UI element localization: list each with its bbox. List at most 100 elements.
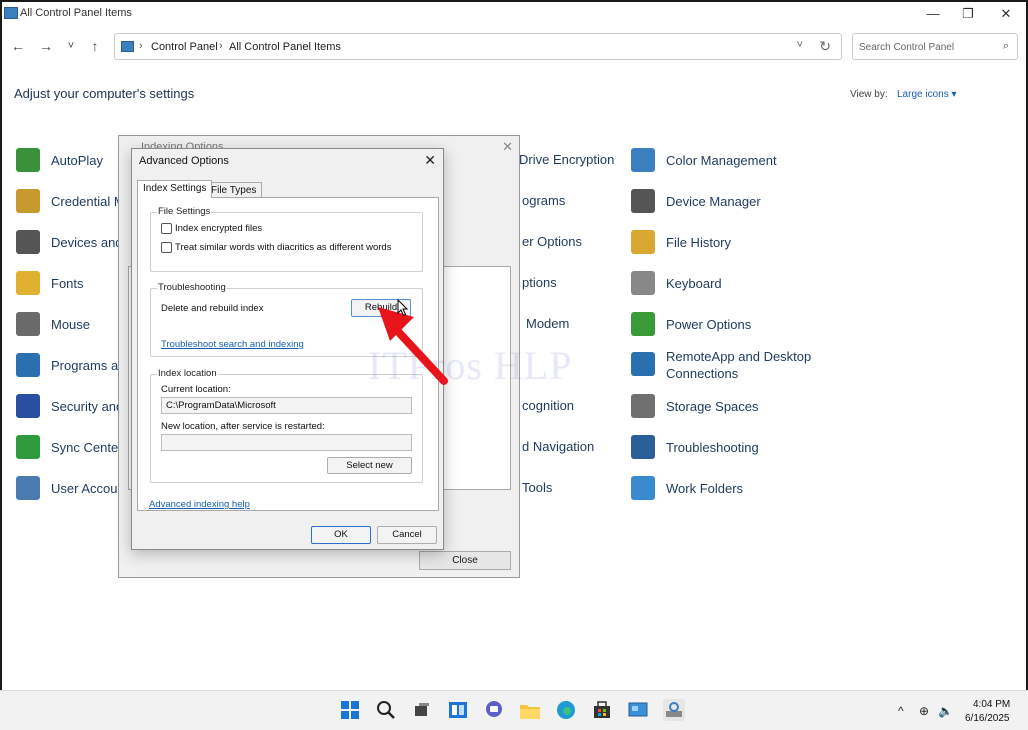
control-panel-item-sync-center[interactable]: Sync Center [16,432,123,462]
control-panel-item-explorer-options[interactable]: er Options [522,234,582,249]
rebuild-label: Delete and rebuild index [161,303,264,314]
address-bar[interactable]: › Control Panel › All Control Panel Item… [114,33,842,60]
item-label: Programs ar [51,357,123,373]
control-panel-icon [628,702,648,717]
cancel-button[interactable]: Cancel [377,526,437,544]
item-label: Power Options [666,316,752,332]
flag-icon [16,394,40,418]
show-hidden-icons-button[interactable]: ^ [898,704,904,718]
work-folders-icon [631,476,655,500]
control-panel-item-bitlocker[interactable]: Drive Encryption [519,152,614,167]
mouse-icon [16,312,40,336]
fonts-icon [16,271,40,295]
sync-icon [16,435,40,459]
diacritics-checkbox[interactable]: Treat similar words with diacritics as d… [161,242,391,253]
control-panel-item-taskbar-and-navigation[interactable]: d Navigation [522,439,594,454]
store-button[interactable] [591,699,613,721]
control-panel-item-speech-recognition[interactable]: cognition [522,398,574,413]
power-icon [631,312,655,336]
chat-button[interactable] [483,699,505,721]
recent-locations-button[interactable]: ˅ [61,36,81,56]
control-panel-item-remoteapp[interactable]: RemoteApp and Desktop Connections [631,348,811,382]
item-label-line2: Connections [666,366,739,381]
control-panel-item-windows-tools[interactable]: Tools [522,480,552,495]
advanced-indexing-help-link[interactable]: Advanced indexing help [149,499,250,510]
restore-button[interactable]: ❐ [949,4,987,24]
mouse-cursor-icon [397,299,409,317]
control-panel-item-phone-and-modem[interactable]: Modem [526,316,569,331]
item-label: Security and [51,398,124,414]
volume-icon[interactable]: 🔈 [938,704,953,718]
window-title: All Control Panel Items [20,7,132,19]
control-panel-item-mouse[interactable]: Mouse [16,309,90,339]
ok-button[interactable]: OK [311,526,371,544]
breadcrumb-all-items[interactable]: All Control Panel Items [229,41,341,53]
refresh-icon[interactable]: ↻ [819,38,831,55]
minimize-button[interactable]: — [914,4,952,24]
item-label: Sync Center [51,439,123,455]
new-location-label: New location, after service is restarted… [161,421,325,432]
control-panel-item-default-programs[interactable]: ograms [522,193,565,208]
control-panel-item-security-and-maintenance[interactable]: Security and [16,391,123,421]
control-panel-item-device-manager[interactable]: Device Manager [631,186,761,216]
control-panel-item-user-accounts[interactable]: User Accour [16,473,122,503]
select-new-button[interactable]: Select new [327,457,412,474]
chevron-down-icon[interactable]: ˅ [797,39,803,51]
up-button[interactable]: ↑ [85,36,105,56]
control-panel-item-fonts[interactable]: Fonts [16,268,84,298]
control-panel-item-file-history[interactable]: File History [631,227,731,257]
group-title: Troubleshooting [157,282,227,293]
troubleshoot-link[interactable]: Troubleshoot search and indexing [161,339,304,350]
control-panel-item-color-management[interactable]: Color Management [631,145,777,175]
autoplay-icon [16,148,40,172]
start-button[interactable] [339,699,361,721]
task-view-button[interactable] [411,699,433,721]
checkbox[interactable] [161,242,172,253]
close-icon[interactable]: ✕ [424,152,436,169]
color-management-icon [631,148,655,172]
navigation-bar: ← → ˅ ↑ › Control Panel › All Control Pa… [2,30,1026,62]
control-panel-item-programs-and-features[interactable]: Programs ar [16,350,123,380]
widgets-button[interactable] [447,699,469,721]
close-button[interactable]: ✕ [987,4,1025,24]
edge-button[interactable] [555,699,577,721]
control-panel-item-credential-manager[interactable]: Credential M [16,186,125,216]
file-explorer-button[interactable] [519,699,541,721]
breadcrumb-control-panel[interactable]: Control Panel [151,41,218,53]
current-location-field: C:\ProgramData\Microsoft [161,397,412,414]
index-location-group: Index location Current location: C:\Prog… [150,368,423,483]
control-panel-item-keyboard[interactable]: Keyboard [631,268,722,298]
group-title: Index location [157,368,218,379]
control-panel-item-work-folders[interactable]: Work Folders [631,473,743,503]
clock-time[interactable]: 4:04 PM [973,699,1010,710]
forward-button[interactable]: → [36,36,56,56]
tab-index-settings[interactable]: Index Settings [137,180,213,198]
checkbox[interactable] [161,223,172,234]
programs-icon [16,353,40,377]
control-panel-item-autoplay[interactable]: AutoPlay [16,145,103,175]
clock-date[interactable]: 6/16/2025 [965,713,1010,724]
control-panel-item-storage-spaces[interactable]: Storage Spaces [631,391,759,421]
control-panel-item-internet-options[interactable]: ptions [522,275,557,290]
back-button[interactable]: ← [8,36,28,56]
indexing-options-taskbar-button[interactable] [663,699,685,721]
search-icon: ⌕ [1002,40,1009,52]
network-icon[interactable]: ⊕ [919,704,929,718]
view-by-dropdown[interactable]: Large icons ▾ [897,89,957,100]
store-icon [594,701,610,718]
control-panel-item-power-options[interactable]: Power Options [631,309,751,339]
close-button[interactable]: Close [419,551,511,570]
view-by-label: View by: [850,89,888,100]
page-title: Adjust your computer's settings [14,86,195,101]
item-label: Troubleshooting [666,439,759,455]
item-label: Mouse [51,316,91,332]
item-label: File History [666,234,732,250]
device-manager-icon [631,189,655,213]
control-panel-item-devices-and-printers[interactable]: Devices and [16,227,123,257]
search-button[interactable] [375,699,397,721]
control-panel-taskbar-button[interactable] [627,699,649,721]
search-input[interactable]: Search Control Panel ⌕ [852,33,1018,60]
index-encrypted-checkbox[interactable]: Index encrypted files [161,223,262,234]
control-panel-item-troubleshooting[interactable]: Troubleshooting [631,432,759,462]
close-icon[interactable]: ✕ [502,139,513,155]
